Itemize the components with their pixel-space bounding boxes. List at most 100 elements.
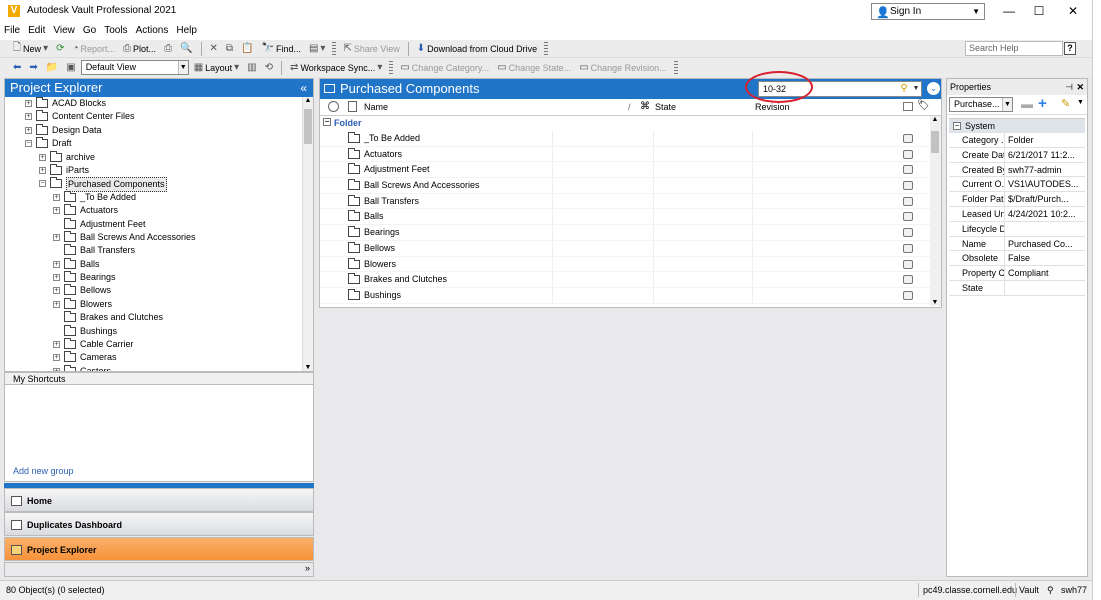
collapse-group-icon[interactable]: −: [323, 118, 331, 126]
row-checkbox[interactable]: [903, 134, 913, 143]
tree-item[interactable]: + Actuators: [5, 204, 303, 217]
tree-item[interactable]: + iParts: [5, 163, 303, 177]
toggle-view-button[interactable]: ▣: [63, 60, 78, 76]
tree-item[interactable]: + Bearings: [5, 271, 303, 284]
scroll-down-icon[interactable]: ▼: [304, 364, 312, 371]
change-category-button[interactable]: ▭ Change Category...: [397, 60, 492, 76]
expand-icon[interactable]: +: [53, 300, 60, 308]
add-property-icon[interactable]: +: [1038, 95, 1047, 112]
paste-button[interactable]: 📋: [238, 41, 256, 57]
properties-selector[interactable]: Purchase... ▼: [949, 97, 1013, 112]
list-item[interactable]: Brakes and Clutches: [320, 272, 941, 288]
tree-scrollbar[interactable]: ▲ ▼: [302, 97, 313, 371]
tree-item[interactable]: Ball Transfers: [5, 244, 303, 257]
property-row[interactable]: Leased Until4/24/2021 10:2...: [949, 206, 1085, 222]
tree-item[interactable]: Brakes and Clutches: [5, 311, 303, 324]
chevron-down-icon[interactable]: ▼: [911, 82, 921, 96]
column-state[interactable]: State: [655, 102, 676, 112]
scroll-up-icon[interactable]: ▲: [931, 116, 939, 123]
property-row[interactable]: Lifecycle D...: [949, 221, 1085, 237]
toolbar-grip[interactable]: [673, 60, 678, 75]
list-item[interactable]: Ball Screws And Accessories: [320, 178, 941, 194]
menu-help[interactable]: Help: [172, 23, 201, 38]
list-item[interactable]: Balls: [320, 209, 941, 226]
collapse-panel-icon[interactable]: «: [300, 79, 307, 97]
property-section[interactable]: − System: [949, 119, 1085, 133]
property-row[interactable]: Category ... Folder: [949, 133, 1085, 148]
list-item[interactable]: Ball Transfers: [320, 193, 941, 210]
list-item[interactable]: Bushings: [320, 287, 941, 304]
row-checkbox[interactable]: [903, 165, 913, 175]
property-row[interactable]: Created By swh77-admin: [949, 162, 1085, 178]
workspace-sync-button[interactable]: ⇄ Workspace Sync... ▾: [287, 60, 385, 76]
row-checkbox[interactable]: [903, 149, 913, 159]
refresh-view-button[interactable]: ⟲: [262, 60, 276, 76]
share-view-button[interactable]: ⇱ Share View: [340, 41, 402, 57]
row-checkbox[interactable]: [903, 228, 913, 238]
nav-overflow[interactable]: »: [4, 562, 314, 577]
column-revision[interactable]: Revision: [755, 102, 790, 112]
scroll-thumb[interactable]: [931, 131, 939, 153]
add-new-group-link[interactable]: Add new group: [13, 466, 74, 476]
tree-item[interactable]: + Casters: [5, 364, 303, 371]
tree-item[interactable]: − Draft: [5, 137, 303, 150]
property-row[interactable]: Obsolete False: [949, 251, 1085, 267]
copy-button[interactable]: ⧉: [223, 41, 236, 57]
chevron-down-icon[interactable]: ▼: [1077, 99, 1084, 106]
menu-view[interactable]: View: [49, 23, 79, 38]
nav-project-explorer-button[interactable]: Project Explorer: [4, 537, 314, 561]
row-checkbox[interactable]: [903, 290, 913, 300]
pin-icon[interactable]: ⊣: [1065, 79, 1073, 95]
tree-item[interactable]: + Ball Screws And Accessories: [5, 230, 303, 244]
menu-actions[interactable]: Actions: [132, 23, 173, 38]
list-item[interactable]: Blowers: [320, 256, 941, 273]
minimize-button[interactable]: —: [992, 0, 1026, 22]
list-item[interactable]: Actuators: [320, 146, 941, 163]
forward-button[interactable]: ➡: [26, 60, 40, 76]
menu-go[interactable]: Go: [79, 23, 100, 38]
expand-icon[interactable]: +: [53, 207, 60, 215]
list-item[interactable]: _To Be Added: [320, 131, 941, 147]
scroll-thumb[interactable]: [304, 109, 312, 144]
expand-icon[interactable]: +: [25, 100, 32, 107]
change-state-button[interactable]: ▭ Change State...: [494, 60, 574, 76]
remove-property-icon[interactable]: ▬: [1021, 97, 1033, 111]
menu-edit[interactable]: Edit: [24, 23, 49, 38]
expand-icon[interactable]: +: [53, 274, 60, 282]
expand-icon[interactable]: +: [53, 287, 60, 295]
list-item[interactable]: Bearings: [320, 225, 941, 241]
tree-item[interactable]: Adjustment Feet: [5, 217, 303, 231]
list-item[interactable]: Adjustment Feet: [320, 162, 941, 179]
delete-button[interactable]: ✕: [207, 41, 221, 57]
tree-item[interactable]: + Balls: [5, 257, 303, 271]
row-checkbox[interactable]: [903, 243, 913, 253]
download-cloud-button[interactable]: ⬇ Download from Cloud Drive: [414, 41, 540, 57]
header-options-icon[interactable]: ⌄: [927, 82, 940, 95]
property-row[interactable]: Property C...Compliant: [949, 266, 1085, 281]
column-name[interactable]: Name: [364, 102, 388, 112]
expand-icon[interactable]: +: [25, 113, 32, 121]
sign-in-dropdown[interactable]: 👤 Sign In ▼: [871, 3, 985, 20]
expand-icon[interactable]: +: [25, 126, 32, 134]
up-folder-button[interactable]: 📁: [43, 60, 61, 76]
tree-item[interactable]: + _To Be Added: [5, 190, 303, 204]
property-row[interactable]: Create Date6/21/2017 11:2...: [949, 147, 1085, 163]
expand-icon[interactable]: +: [39, 166, 46, 174]
row-checkbox[interactable]: [903, 181, 913, 191]
menu-file[interactable]: File: [0, 23, 24, 38]
list-scrollbar[interactable]: ▲ ▼: [930, 116, 941, 306]
property-row[interactable]: Current O... VS1\AUTODES...: [949, 177, 1085, 193]
plot-button[interactable]: ⎙ Plot...: [120, 41, 159, 57]
tree-item[interactable]: + Bellows: [5, 284, 303, 297]
list-item[interactable]: Bellows: [320, 240, 941, 257]
expand-icon[interactable]: +: [53, 260, 60, 268]
tree-item[interactable]: + ACAD Blocks: [5, 97, 303, 110]
refresh-button[interactable]: ⟳: [53, 41, 67, 57]
select-all-checkbox[interactable]: [903, 102, 913, 111]
expand-icon[interactable]: +: [53, 341, 60, 349]
tree-item[interactable]: + Cameras: [5, 351, 303, 364]
expand-icon[interactable]: +: [53, 354, 60, 362]
change-revision-button[interactable]: ▭ Change Revision...: [576, 60, 670, 76]
back-button[interactable]: ⬅: [10, 60, 24, 76]
maximize-button[interactable]: ☐: [1022, 0, 1056, 22]
